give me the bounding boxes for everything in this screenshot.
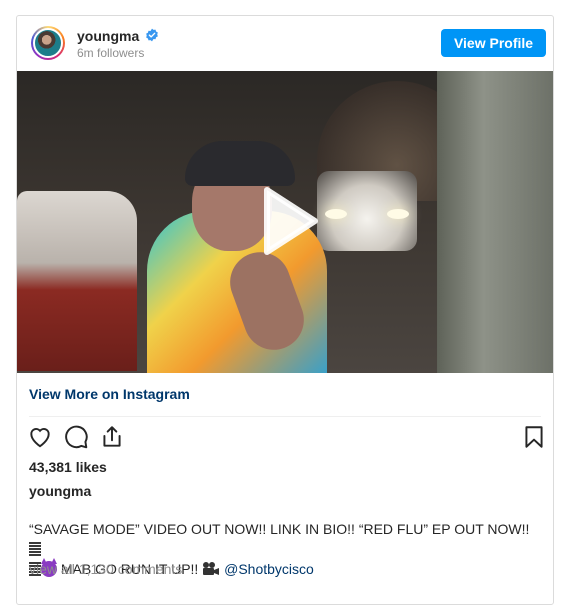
avatar[interactable]	[31, 26, 65, 60]
post-header: youngma 6m followers View Profile	[17, 16, 553, 71]
view-profile-button[interactable]: View Profile	[441, 29, 546, 57]
username[interactable]: youngma	[77, 28, 139, 44]
heart-icon[interactable]	[27, 424, 53, 450]
view-more-link[interactable]: View More on Instagram	[29, 386, 190, 402]
caption-line-1: “SAVAGE MODE” VIDEO OUT NOW!! LINK IN BI…	[29, 521, 530, 537]
share-icon[interactable]	[99, 424, 125, 450]
divider	[29, 416, 541, 417]
action-bar	[17, 424, 553, 454]
mention-link[interactable]: @Shotbycisco	[224, 561, 314, 577]
movie-camera-emoji-icon	[203, 562, 220, 575]
like-count[interactable]: 43,381 likes	[29, 459, 107, 475]
comment-icon[interactable]	[63, 424, 89, 450]
bars-emoji-icon	[29, 542, 41, 556]
bookmark-icon[interactable]	[521, 424, 547, 450]
view-comments-link[interactable]: view all 1,130 comments	[29, 561, 182, 577]
instagram-embed-card: youngma 6m followers View Profile View M…	[16, 15, 554, 605]
video-subject	[137, 141, 337, 373]
verified-badge-icon	[146, 28, 158, 42]
follower-count: 6m followers	[77, 46, 145, 60]
play-icon[interactable]	[259, 186, 319, 256]
video-thumbnail[interactable]	[17, 71, 553, 373]
car-left	[17, 191, 137, 371]
background-person	[437, 71, 553, 373]
caption-username[interactable]: youngma	[29, 483, 91, 499]
